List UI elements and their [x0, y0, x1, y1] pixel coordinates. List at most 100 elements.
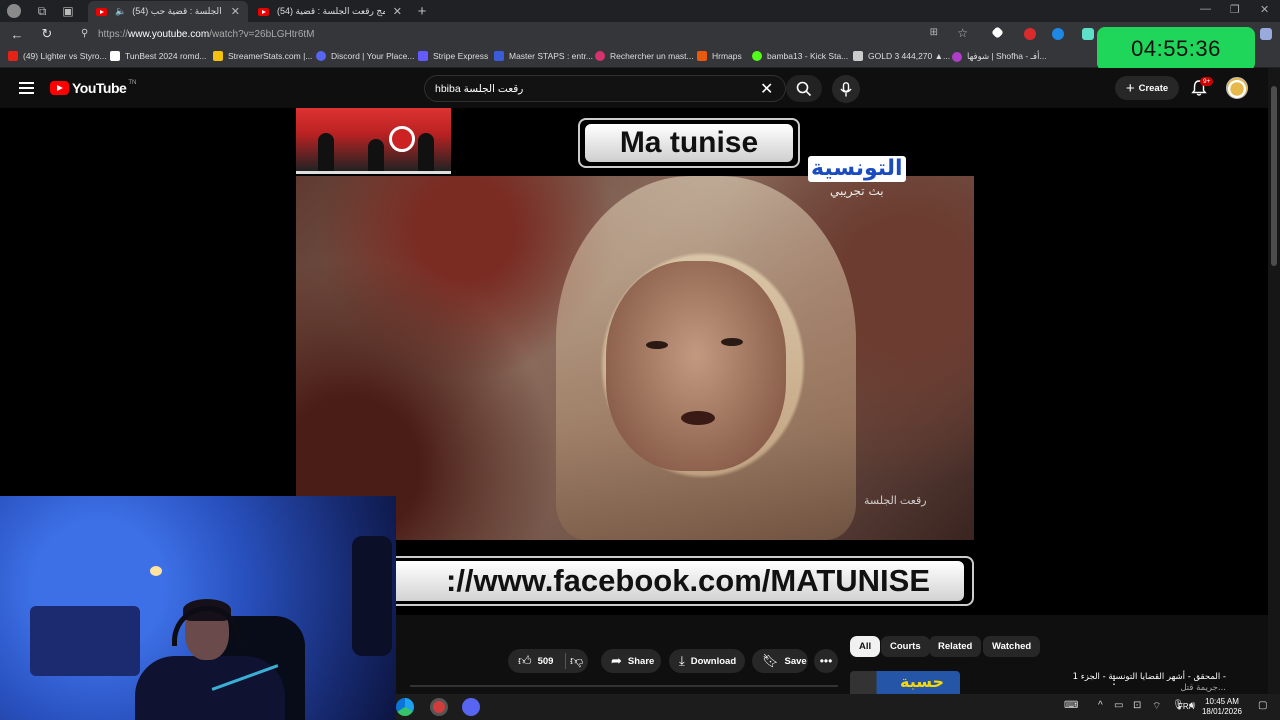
bookmark-item[interactable]: bamba13 - Kick Sta...: [752, 51, 848, 61]
back-icon[interactable]: ←: [8, 25, 26, 43]
network-icon[interactable]: ⌔: [1152, 700, 1161, 713]
bookmark-item[interactable]: (49) Lighter vs Styro...: [8, 51, 107, 61]
new-tab-button[interactable]: +: [414, 3, 430, 20]
address-bar[interactable]: ⚲ https:// www.youtube.com /watch?v=26bL…: [72, 24, 982, 44]
bookmark-icon: 🔖︎: [762, 653, 779, 668]
bookmark-favicon-icon: [952, 51, 962, 62]
clear-search-icon[interactable]: ✕: [760, 79, 773, 99]
like-count[interactable]: 509: [538, 656, 554, 667]
system-clock[interactable]: 10:45 AM 18/01/2026: [1196, 697, 1248, 717]
audio-icon[interactable]: 🔈: [115, 6, 126, 17]
browser-toolbar: ← ↻ ⚲ https:// www.youtube.com /watch?v=…: [0, 22, 1280, 46]
bookmark-favicon-icon: [418, 51, 428, 61]
chip-courts[interactable]: Courts: [881, 636, 930, 657]
restore-icon[interactable]: ❐: [1230, 3, 1240, 16]
bookmark-item[interactable]: StreamerStats.com |...: [213, 51, 312, 61]
extension-icon[interactable]: [991, 26, 1004, 39]
tray-expand-icon[interactable]: ^: [1098, 700, 1103, 711]
page-scrollbar[interactable]: [1268, 68, 1280, 720]
chip-all[interactable]: All: [850, 636, 881, 657]
discord-app-icon[interactable]: [462, 698, 480, 716]
like-icon[interactable]: 👍︎: [518, 653, 532, 669]
create-label: Create: [1138, 82, 1169, 94]
flag-icon: [389, 126, 415, 152]
video-frame: رقعت الجلسة: [296, 176, 974, 540]
search-button[interactable]: [786, 75, 822, 102]
input-language[interactable]: FRA: [1178, 702, 1194, 711]
recommendation-title[interactable]: المحقق - أشهر القضايا التونسية - الجزء 1…: [968, 671, 1226, 683]
save-label: Save: [784, 655, 807, 667]
menu-icon[interactable]: [19, 82, 34, 94]
extension-icon[interactable]: [1082, 28, 1094, 40]
bookmark-item[interactable]: Master STAPS : entr...: [494, 51, 593, 61]
more-options-icon[interactable]: ⋮: [1108, 673, 1120, 687]
bookmark-favicon-icon: [752, 51, 762, 61]
tray-app-icon[interactable]: ▭: [1114, 700, 1123, 711]
bookmark-favicon-icon: [697, 51, 707, 61]
close-window-icon[interactable]: ✕: [1260, 3, 1269, 16]
microphone-icon: [840, 81, 852, 96]
youtube-play-icon: [50, 81, 69, 95]
bookmark-item[interactable]: Discord | Your Place...: [316, 51, 414, 61]
bookmark-favicon-icon: [595, 51, 605, 61]
extension-icon[interactable]: [1024, 28, 1036, 40]
bookmarks-bar: (49) Lighter vs Styro... TunBest 2024 ro…: [0, 46, 1280, 68]
bookmark-item[interactable]: TunBest 2024 romd...: [110, 51, 206, 61]
obs-app-icon[interactable]: [430, 698, 448, 716]
tab-active[interactable]: 🔈 (54) رقعت الجلسة : قضية حب ✕: [88, 1, 248, 22]
bookmark-item[interactable]: Hrmaps: [697, 51, 742, 61]
search-query: hbiba رقعت الجلسة: [435, 82, 524, 95]
download-button[interactable]: ⤓ Download: [669, 649, 745, 673]
bookmark-item[interactable]: شوفها | Shofha - أفـ...: [952, 51, 1047, 62]
youtube-favicon-icon: [258, 7, 269, 16]
tray-app-icon[interactable]: ⊡: [1133, 700, 1141, 711]
tab-actions-icon[interactable]: ▣: [60, 3, 76, 19]
bookmark-favicon-icon: [494, 51, 504, 61]
more-actions-icon[interactable]: •••: [814, 649, 838, 673]
corner-watermark: رقعت الجلسة: [864, 495, 927, 507]
extension-icon[interactable]: [1260, 28, 1272, 40]
minimize-icon[interactable]: —: [1200, 3, 1211, 15]
reload-icon[interactable]: ↻: [38, 25, 56, 43]
youtube-logo[interactable]: YouTube TN: [50, 80, 136, 96]
create-button[interactable]: + Create: [1115, 76, 1179, 100]
install-app-icon[interactable]: ⊞: [930, 27, 938, 38]
workspaces-icon[interactable]: ⧉: [34, 3, 50, 19]
youtube-header: YouTube TN hbiba رقعت الجلسة ✕ + Create …: [0, 68, 1280, 108]
download-icon: ⤓: [679, 653, 685, 668]
chip-watched[interactable]: Watched: [983, 636, 1041, 657]
extension-icon[interactable]: [1052, 28, 1064, 40]
notification-center-icon[interactable]: ▢: [1258, 700, 1267, 711]
site-info-icon[interactable]: ⚲: [81, 28, 88, 39]
account-avatar[interactable]: [1226, 77, 1248, 99]
edge-app-icon[interactable]: [396, 698, 414, 716]
save-button[interactable]: 🔖︎ Save: [752, 649, 808, 673]
clock-time: 10:45 AM: [1205, 697, 1239, 706]
close-tab-icon[interactable]: ✕: [393, 5, 402, 18]
share-button[interactable]: ➦ Share: [601, 649, 661, 673]
close-tab-icon[interactable]: ✕: [231, 5, 240, 18]
description-divider: [410, 685, 838, 687]
tab-inactive[interactable]: (54) برنامج رقعت الجلسة : قضية ... ✕: [250, 1, 410, 22]
url-scheme: https://: [98, 28, 129, 40]
clock-date: 18/01/2026: [1201, 707, 1243, 716]
dislike-icon[interactable]: 👎︎: [570, 653, 583, 669]
bookmark-favicon-icon: [213, 51, 223, 61]
chip-related[interactable]: Related: [929, 636, 982, 657]
search-input[interactable]: hbiba رقعت الجلسة: [424, 75, 786, 102]
download-label: Download: [690, 655, 737, 667]
profile-icon[interactable]: [6, 3, 22, 19]
overlay-title-plate: Ma tunise: [578, 118, 800, 168]
bookmark-item[interactable]: Rechercher un mast...: [595, 51, 694, 61]
voice-search-button[interactable]: [832, 75, 860, 103]
tab-title: (54) برنامج رقعت الجلسة : قضية ...: [277, 6, 385, 16]
bookmark-star-icon[interactable]: ☆: [957, 26, 968, 40]
bookmark-item[interactable]: GOLD 3 444,270 ▲...: [853, 51, 950, 61]
bookmark-item[interactable]: Stripe Express: [418, 51, 488, 61]
keyboard-icon[interactable]: ⌨: [1064, 700, 1078, 711]
country-code: TN: [128, 80, 137, 86]
channel-logo: التونسية بث تجريبي: [808, 156, 906, 198]
bookmark-favicon-icon: [110, 51, 120, 61]
bookmark-favicon-icon: [316, 51, 326, 61]
scrollbar-thumb[interactable]: [1271, 86, 1277, 266]
